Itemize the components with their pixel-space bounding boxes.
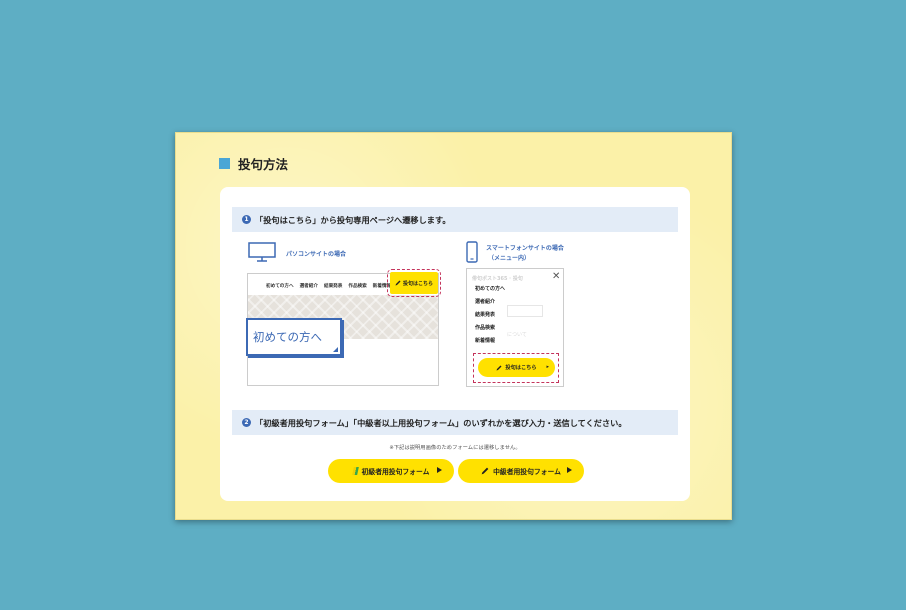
first-time-box-label: 初めての方へ [253,330,322,344]
sp-menu-item[interactable]: 結果発表 [475,309,505,322]
pc-post-button[interactable]: 投句はこちら [387,269,441,297]
step-1-bar: 1 「投句はこちら」から投句専用ページへ遷移します。 [232,207,678,232]
pc-nav-item: 作品検索 [348,284,367,289]
sp-site-label-line1: スマートフォンサイトの場合 [486,245,564,252]
section-title: 投句方法 [238,157,289,172]
pc-post-button-label: 投句はこちら [402,280,433,287]
sp-background-text-2: について [507,332,527,338]
play-arrow-icon [567,467,572,473]
sp-post-button[interactable]: 投句はこちら ▸ [478,358,555,377]
content-panel: 投句方法 1 「投句はこちら」から投句専用ページへ遷移します。 パソコンサイトの… [175,132,732,520]
sp-menu-list: 初めての方へ 選者紹介 結果発表 作品検索 新着情報 [475,283,505,348]
chevron-right-icon: ▸ [546,364,549,370]
sp-menu-item[interactable]: 初めての方へ [475,283,505,296]
pc-nav-item: 選者紹介 [299,284,318,289]
desktop-monitor-icon [248,242,276,262]
square-icon [219,158,230,169]
beginner-mark-icon [351,467,359,475]
section-header: 投句方法 [219,154,288,173]
disclaimer-note: ※下記は説明用画像のためフォームには遷移しません。 [389,445,521,451]
sp-background-text: 俳句ポスト365 · 投句 [472,276,523,282]
pencil-icon [481,467,489,475]
sp-screenshot: 俳句ポスト365 · 投句 について ✕ 初めての方へ 選者紹介 結果発表 作品… [466,268,564,387]
step-1-text: 「投句はこちら」から投句専用ページへ遷移します。 [255,214,451,225]
corner-triangle-icon [333,347,338,352]
beginner-form-button[interactable]: 初級者用投句フォーム [328,459,454,483]
smartphone-icon [466,241,478,263]
pc-nav-menu: 初めての方へ 選者紹介 結果発表 作品検索 新着情報 [266,283,391,289]
sp-menu-item[interactable]: 選者紹介 [475,296,505,309]
sp-background-box [507,305,543,317]
pencil-icon [496,365,502,370]
step-number-badge: 2 [242,418,251,427]
sp-site-label-line2: （メニュー内） [488,255,531,262]
pc-nav-item: 結果発表 [323,284,343,289]
play-arrow-icon [437,467,442,473]
pencil-icon [395,280,401,286]
intermediate-form-button-label: 中級者用投句フォーム [493,468,561,476]
step-2-bar: 2 「初級者用投句フォーム」「中級者以上用投句フォーム」のいずれかを選び入力・送… [232,410,678,435]
sp-menu-item[interactable]: 作品検索 [475,322,505,335]
step-2-text: 「初級者用投句フォーム」「中級者以上用投句フォーム」のいずれかを選び入力・送信し… [255,417,627,428]
close-icon[interactable]: ✕ [552,271,560,282]
pc-site-label: パソコンサイトの場合 [286,251,347,258]
sp-post-button-label: 投句はこちら [505,365,537,371]
first-time-box: 初めての方へ [246,318,342,356]
beginner-form-button-label: 初級者用投句フォーム [361,468,430,476]
pc-nav-item: 新着情報 [372,284,392,289]
step-number-badge: 1 [242,215,251,224]
sp-post-button-highlight: 投句はこちら ▸ [473,353,559,383]
sp-menu-item[interactable]: 新着情報 [475,335,505,348]
instructions-card: 1 「投句はこちら」から投句専用ページへ遷移します。 パソコンサイトの場合 初め… [220,187,690,501]
intermediate-form-button[interactable]: 中級者用投句フォーム [458,459,584,483]
pc-nav-item: 初めての方へ [266,284,294,289]
